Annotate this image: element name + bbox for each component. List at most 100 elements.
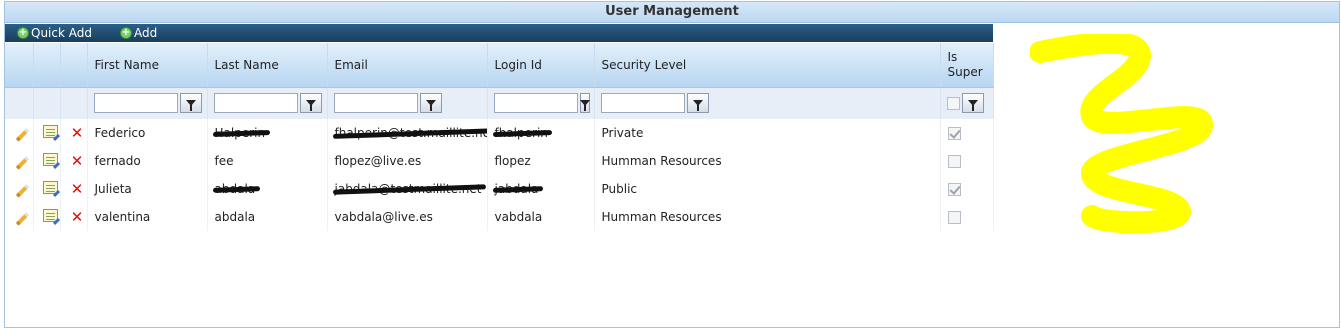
is-super-filter-button[interactable] (961, 93, 984, 114)
login-id-value: fhalperin (494, 126, 548, 140)
cell-is-super (940, 203, 994, 231)
delete-icon: ✕ (70, 151, 84, 170)
filter-icon (692, 100, 703, 112)
cell-login-id: vabdala (487, 203, 595, 231)
pencil-button[interactable] (5, 175, 34, 203)
quick-add-button[interactable]: + Quick Add (17, 26, 92, 40)
pencil-icon (15, 184, 29, 198)
cell-email: fhalperin@test.maillite.net (327, 119, 488, 147)
email-value: jabdala@testmaillite.net (334, 182, 482, 196)
column-header-first-name[interactable]: First Name (87, 43, 208, 88)
last-name-value: fee (214, 154, 234, 168)
delete-button[interactable]: ✕ (60, 175, 88, 203)
pencil-icon (15, 212, 29, 226)
table-row[interactable]: ✕ Federico Halperin fhalperin@test.maillite… (5, 119, 994, 147)
security-level-filter-input[interactable] (600, 93, 685, 114)
details-column-header (33, 43, 61, 88)
first-name-value: valentina (94, 210, 151, 224)
first-name-value: Julieta (94, 182, 132, 196)
cell-login-id: jabdala (487, 175, 595, 203)
plus-circle-icon: + (119, 27, 132, 39)
cell-is-super (940, 175, 994, 203)
details-form-button[interactable] (33, 147, 61, 175)
details-form-icon (42, 125, 58, 138)
details-form-icon (42, 209, 58, 222)
security-level-value: Public (601, 182, 638, 196)
cell-last-name: abdala (207, 203, 328, 231)
users-grid: First Name Last Name Email Login Id Secu… (5, 43, 994, 231)
last-name-filter-button[interactable] (299, 93, 322, 114)
column-header-last-name[interactable]: Last Name (207, 43, 328, 88)
add-button[interactable]: + Add (119, 26, 158, 40)
first-name-filter-input[interactable] (93, 93, 178, 114)
pencil-button[interactable] (5, 147, 34, 175)
is-super-checkbox[interactable] (947, 155, 961, 168)
delete-button[interactable]: ✕ (60, 119, 88, 147)
first-name-filter-button[interactable] (179, 93, 202, 114)
details-form-button[interactable] (33, 203, 61, 231)
column-header-security-level[interactable]: Security Level (594, 43, 941, 88)
cell-last-name: Halperin (207, 119, 328, 147)
grid-toolbar: + Quick Add + Add (5, 24, 993, 42)
details-form-button[interactable] (33, 119, 61, 147)
cell-last-name: abdala (207, 175, 328, 203)
is-super-checkbox[interactable] (947, 127, 961, 140)
cell-is-super (940, 119, 994, 147)
email-value: flopez@live.es (334, 154, 422, 168)
plus-circle-icon: + (17, 27, 29, 39)
edit-column-header (5, 43, 34, 88)
cell-first-name: Federico (87, 119, 208, 147)
login-id-filter-input[interactable] (493, 93, 578, 114)
cell-first-name: valentina (87, 203, 208, 231)
login-id-filter-button[interactable] (579, 93, 590, 114)
pencil-icon (15, 128, 29, 142)
pencil-button[interactable] (5, 203, 34, 231)
pencil-button[interactable] (5, 119, 34, 147)
login-id-value: flopez (494, 154, 531, 168)
is-super-filter-checkbox[interactable] (946, 96, 960, 110)
is-super-checkbox[interactable] (947, 183, 961, 196)
first-name-value: fernado (94, 154, 141, 168)
filter-row (5, 87, 994, 119)
delete-icon: ✕ (70, 179, 84, 198)
table-row[interactable]: ✕ valentina abdala vabdala@live.es vabdala Hu… (5, 203, 994, 231)
pencil-icon (15, 156, 29, 170)
email-filter-button[interactable] (419, 93, 442, 114)
security-level-value: Humman Resources (601, 154, 722, 168)
cell-login-id: fhalperin (487, 119, 595, 147)
table-row[interactable]: ✕ Julieta abdala jabdala@testmaillite.net ja… (5, 175, 994, 203)
delete-icon: ✕ (70, 207, 84, 226)
last-name-value: abdala (214, 182, 256, 196)
login-id-value: jabdala (494, 182, 539, 196)
filter-icon (425, 100, 436, 112)
column-header-login-id[interactable]: Login Id (487, 43, 595, 88)
column-header-email[interactable]: Email (327, 43, 488, 88)
add-label: Add (133, 26, 158, 40)
cell-is-super (940, 147, 994, 175)
column-header-is-super[interactable]: Is Super (940, 43, 994, 88)
cell-first-name: Julieta (87, 175, 208, 203)
delete-icon: ✕ (70, 123, 84, 142)
delete-button[interactable]: ✕ (60, 147, 88, 175)
last-name-filter-input[interactable] (213, 93, 298, 114)
user-management-window: User Management + Quick Add + Add First … (4, 1, 1340, 328)
cell-first-name: fernado (87, 147, 208, 175)
cell-login-id: flopez (487, 147, 595, 175)
cell-email: vabdala@live.es (327, 203, 488, 231)
last-name-value: abdala (214, 210, 256, 224)
details-form-icon (42, 181, 58, 194)
delete-button[interactable]: ✕ (60, 203, 88, 231)
security-level-filter-button[interactable] (686, 93, 709, 114)
cell-security-level: Humman Resources (594, 147, 941, 175)
quick-add-label: Quick Add (31, 26, 92, 40)
cell-security-level: Humman Resources (594, 203, 941, 231)
is-super-checkbox[interactable] (947, 211, 961, 224)
details-form-button[interactable] (33, 175, 61, 203)
details-form-icon (42, 153, 58, 166)
first-name-value: Federico (94, 126, 146, 140)
table-row[interactable]: ✕ fernado fee flopez@live.es flopez Humman Re… (5, 147, 994, 175)
filter-icon (579, 100, 590, 112)
filter-icon (185, 100, 196, 112)
email-filter-input[interactable] (333, 93, 418, 114)
window-title: User Management (5, 2, 1339, 23)
